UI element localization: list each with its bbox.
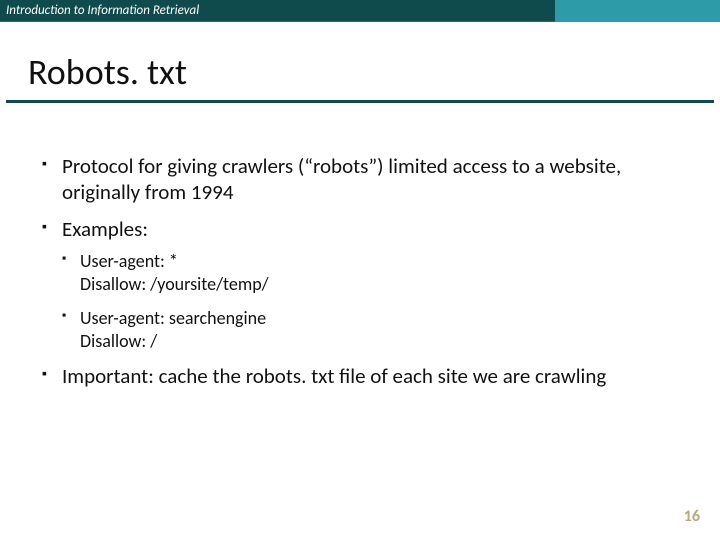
course-title: Introduction to Information Retrieval bbox=[6, 3, 199, 18]
sub-bullet-list: User-agent: * Disallow: /yoursite/temp/ … bbox=[62, 250, 696, 354]
bullet-text: Examples: bbox=[62, 216, 148, 242]
example-line: Disallow: / bbox=[80, 330, 696, 353]
sub-bullet-item: User-agent: * Disallow: /yoursite/temp/ bbox=[62, 250, 696, 297]
content-area: Protocol for giving crawlers (“robots”) … bbox=[0, 103, 720, 390]
bullet-item: Examples: User-agent: * Disallow: /yours… bbox=[42, 216, 696, 354]
example-line: Disallow: /yoursite/temp/ bbox=[80, 273, 696, 296]
header-left: Introduction to Information Retrieval bbox=[0, 0, 555, 22]
bullet-list: Protocol for giving crawlers (“robots”) … bbox=[42, 153, 696, 390]
bullet-item: Important: cache the robots. txt file of… bbox=[42, 363, 696, 389]
page-number: 16 bbox=[684, 507, 700, 526]
slide: Introduction to Information Retrieval Ro… bbox=[0, 0, 720, 540]
example-line: User-agent: searchengine bbox=[80, 307, 266, 329]
title-block: Robots. txt bbox=[6, 22, 714, 103]
example-line: User-agent: * bbox=[80, 250, 178, 272]
sub-bullet-item: User-agent: searchengine Disallow: / bbox=[62, 307, 696, 354]
bullet-item: Protocol for giving crawlers (“robots”) … bbox=[42, 153, 696, 206]
slide-title: Robots. txt bbox=[28, 50, 714, 94]
header-bar: Introduction to Information Retrieval bbox=[0, 0, 720, 22]
header-right bbox=[555, 0, 720, 22]
